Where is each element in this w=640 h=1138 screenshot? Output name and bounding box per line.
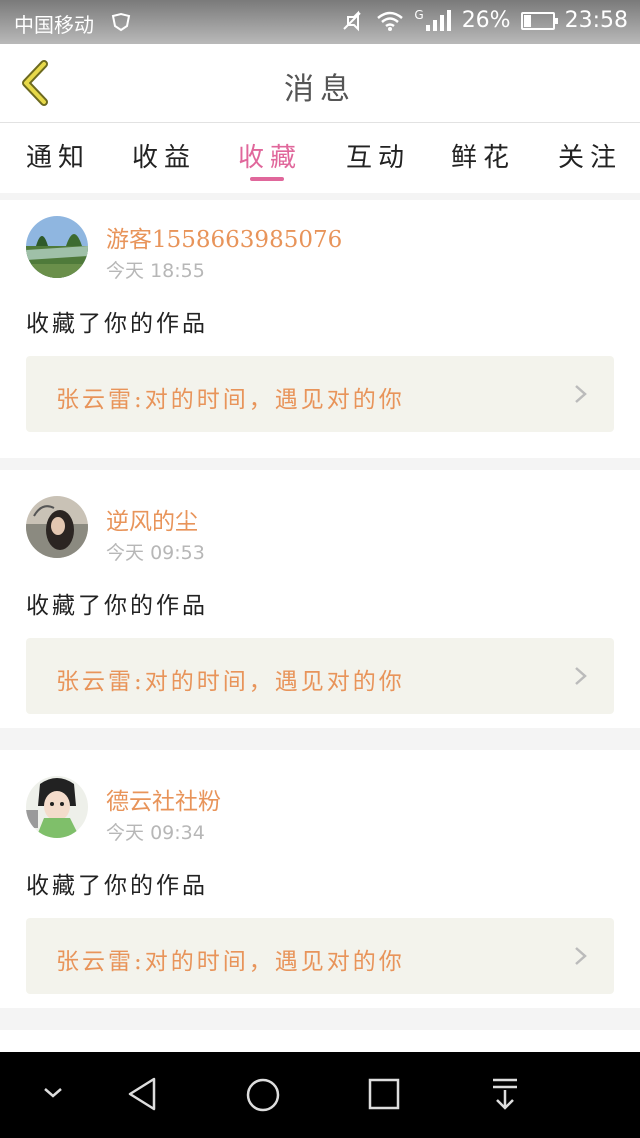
signal-icon — [425, 9, 451, 31]
action-text: 收藏了你的作品 — [26, 873, 208, 899]
wifi-icon — [377, 11, 404, 31]
recents-icon[interactable] — [366, 1076, 402, 1112]
tab-favorites[interactable]: 收藏 — [238, 137, 302, 174]
action-text: 收藏了你的作品 — [26, 593, 208, 619]
work-link[interactable]: 张云雷:对的时间，遇见对的你 — [26, 356, 614, 432]
carrier-label: 中国移动 — [14, 13, 94, 37]
tab-interactions[interactable]: 互动 — [346, 137, 410, 174]
list-item: 德云社社粉 今天 09:34 收藏了你的作品 张云雷:对的时间，遇见对的你 — [0, 750, 640, 1008]
work-link[interactable]: 张云雷:对的时间，遇见对的你 — [26, 638, 614, 714]
status-bar: 中国移动 G 26% 23:58 — [0, 0, 640, 44]
tab-bar: 通知 收益 收藏 互动 鲜花 关注 — [0, 123, 640, 193]
app-header: 消息 — [0, 44, 640, 123]
tab-earnings[interactable]: 收益 — [132, 137, 196, 174]
user-name[interactable]: 逆风的尘 — [106, 502, 198, 536]
list-item: 游客1558663985076 今天 18:55 收藏了你的作品 张云雷:对的时… — [0, 200, 640, 458]
timestamp: 今天 09:34 — [106, 822, 205, 844]
user-name[interactable]: 德云社社粉 — [106, 782, 221, 816]
user-name[interactable]: 游客1558663985076 — [106, 220, 342, 254]
timestamp: 今天 09:53 — [106, 542, 205, 564]
work-link[interactable]: 张云雷:对的时间，遇见对的你 — [26, 918, 614, 994]
action-text: 收藏了你的作品 — [26, 311, 208, 337]
tab-following[interactable]: 关注 — [558, 137, 622, 174]
notification-pull-icon[interactable] — [490, 1076, 520, 1112]
collapse-icon[interactable] — [42, 1086, 64, 1100]
tab-flowers[interactable]: 鲜花 — [451, 137, 515, 174]
avatar[interactable] — [26, 496, 88, 558]
work-title: 张云雷:对的时间，遇见对的你 — [56, 669, 405, 695]
tab-notifications[interactable]: 通知 — [26, 137, 90, 174]
list-item — [0, 1030, 640, 1052]
avatar[interactable] — [26, 216, 88, 278]
chevron-right-icon — [575, 385, 587, 403]
list-item: 逆风的尘 今天 09:53 收藏了你的作品 张云雷:对的时间，遇见对的你 — [0, 470, 640, 728]
work-title: 张云雷:对的时间，遇见对的你 — [56, 949, 405, 975]
chevron-right-icon — [575, 667, 587, 685]
back-icon[interactable] — [126, 1076, 160, 1112]
active-tab-indicator — [250, 177, 284, 181]
hd-icon — [111, 12, 131, 32]
avatar[interactable] — [26, 776, 88, 838]
home-icon[interactable] — [244, 1076, 282, 1114]
clock: 23:58 — [564, 8, 628, 33]
battery-icon — [520, 11, 558, 30]
chevron-right-icon — [575, 947, 587, 965]
page-title: 消息 — [284, 72, 356, 107]
mute-icon — [343, 10, 362, 31]
timestamp: 今天 18:55 — [106, 260, 205, 282]
network-type: G — [414, 7, 424, 22]
battery-percent: 26% — [461, 8, 511, 33]
system-nav-bar — [0, 1052, 640, 1138]
work-title: 张云雷:对的时间，遇见对的你 — [56, 387, 405, 413]
